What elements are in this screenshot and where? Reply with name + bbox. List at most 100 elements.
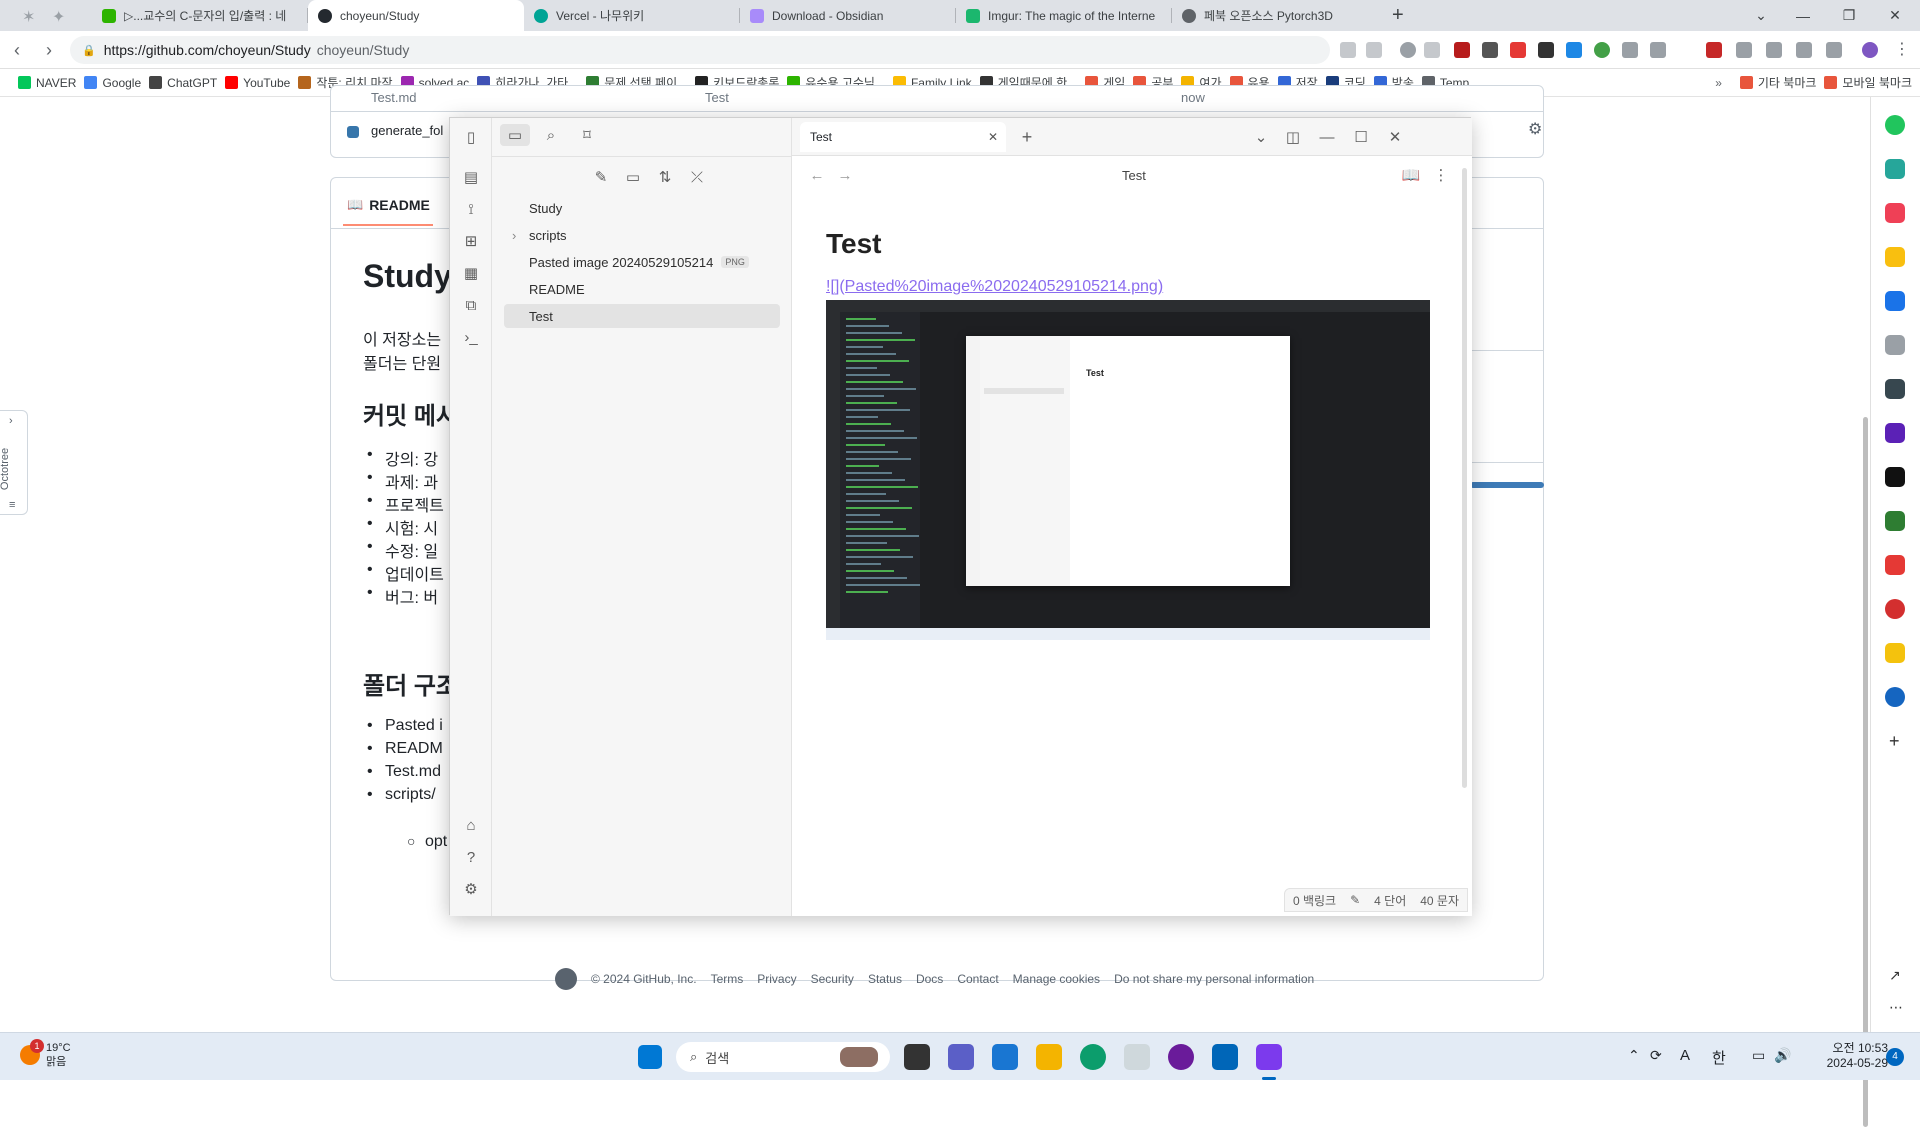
collapse-all-icon[interactable]: ⤫: [686, 166, 708, 188]
command-palette-icon[interactable]: ›_: [460, 326, 482, 348]
folder-scripts[interactable]: › scripts: [504, 223, 780, 247]
daily-note-icon[interactable]: ▦: [460, 262, 482, 284]
network-icon[interactable]: ▭: [1752, 1047, 1765, 1064]
obsidian-app-icon[interactable]: [1256, 1044, 1282, 1070]
ime-language[interactable]: 한: [1712, 1047, 1726, 1068]
extension-icon[interactable]: [1366, 42, 1382, 58]
footer-link[interactable]: Terms: [711, 972, 744, 986]
forward-button[interactable]: ›: [36, 37, 62, 63]
notepad-icon[interactable]: [1124, 1044, 1150, 1070]
new-tab-button[interactable]: +: [1392, 4, 1404, 27]
footer-link[interactable]: Privacy: [757, 972, 796, 986]
canvas-icon[interactable]: ⊞: [460, 230, 482, 252]
more-icon[interactable]: ⋯: [1889, 999, 1903, 1016]
pencil-icon[interactable]: ✎: [1350, 893, 1360, 907]
bookmarks-tab-icon[interactable]: ⌑: [576, 124, 598, 146]
nav-forward-icon[interactable]: →: [834, 164, 856, 186]
note-title[interactable]: Test: [826, 228, 882, 260]
menu-icon[interactable]: ⋮: [1894, 39, 1910, 59]
vscode-icon[interactable]: [1212, 1044, 1238, 1070]
side-panel-icon[interactable]: [1826, 42, 1842, 58]
side-app-icon[interactable]: [1885, 467, 1905, 487]
extension-icon[interactable]: [1594, 42, 1610, 58]
tab-search-icon[interactable]: ⌄: [1738, 0, 1784, 31]
extension-icon[interactable]: [1510, 42, 1526, 58]
vault-root[interactable]: Study: [504, 196, 780, 220]
new-tab-icon[interactable]: +: [1016, 126, 1038, 148]
restore-button[interactable]: ❐: [1826, 0, 1872, 31]
image-embed-link[interactable]: ![](Pasted%20image%2020240529105214.png): [826, 278, 1163, 296]
task-view-icon[interactable]: [904, 1044, 930, 1070]
side-app-icon[interactable]: [1885, 247, 1905, 267]
scrollbar[interactable]: [1863, 417, 1868, 1127]
side-app-icon[interactable]: [1885, 335, 1905, 355]
back-button[interactable]: ‹: [4, 37, 30, 63]
extension-icon[interactable]: [1400, 42, 1416, 58]
tab-3[interactable]: Download - Obsidian: [740, 0, 956, 31]
bookmark-item[interactable]: 모바일 북마크: [1824, 74, 1912, 91]
bookmark-item[interactable]: ChatGPT: [149, 76, 217, 90]
footer-link[interactable]: Docs: [916, 972, 943, 986]
file-name[interactable]: generate_fol: [371, 123, 443, 138]
extension-icon[interactable]: [1340, 42, 1356, 58]
bookmark-item[interactable]: 기타 북마크: [1739, 74, 1816, 91]
volume-icon[interactable]: 🔊: [1774, 1047, 1791, 1064]
files-tab-icon[interactable]: ▭: [500, 124, 530, 146]
extension-icon[interactable]: [1454, 42, 1470, 58]
footer-link[interactable]: Status: [868, 972, 902, 986]
sidebar-toggle-icon[interactable]: ▯: [460, 126, 482, 148]
commit-message[interactable]: Test: [705, 90, 729, 105]
clock[interactable]: 오전 10:53 2024-05-29: [1806, 1041, 1888, 1071]
side-app-icon[interactable]: [1885, 115, 1905, 135]
tab-5[interactable]: 페북 오픈소스 Pytorch3D: [1172, 0, 1388, 31]
ime-mode[interactable]: A: [1680, 1047, 1690, 1064]
minimize-button[interactable]: —: [1780, 0, 1826, 31]
address-bar[interactable]: 🔒 https://github.com/choyeun/Study choye…: [70, 36, 1330, 64]
profile-avatar[interactable]: [1862, 42, 1878, 58]
tab-0[interactable]: ▷...교수의 C-문자의 입/출력 : 네: [92, 0, 308, 31]
extension-icon[interactable]: [1706, 42, 1722, 58]
search-tab-icon[interactable]: ⌕: [540, 124, 562, 146]
side-app-icon[interactable]: [1885, 159, 1905, 179]
side-app-icon[interactable]: [1885, 379, 1905, 399]
extension-icon[interactable]: [1622, 42, 1638, 58]
tray-chevron-icon[interactable]: ⌃: [1628, 1047, 1640, 1064]
file-pasted-image[interactable]: Pasted image 20240529105214 PNG: [504, 250, 780, 274]
taskbar-search[interactable]: ⌕ 검색: [676, 1042, 890, 1072]
store-icon[interactable]: [992, 1044, 1018, 1070]
extension-icon[interactable]: [1538, 42, 1554, 58]
close-tab-icon[interactable]: ✕: [988, 130, 998, 144]
backlinks-count[interactable]: 0 백링크: [1293, 892, 1336, 909]
bookmark-item[interactable]: Google: [84, 76, 141, 90]
extensions-icon[interactable]: [1650, 42, 1666, 58]
templates-icon[interactable]: ⧉: [460, 294, 482, 316]
extension-icon[interactable]: [1796, 42, 1812, 58]
obs-app-icon[interactable]: [1168, 1044, 1194, 1070]
side-app-icon[interactable]: [1885, 291, 1905, 311]
open-quick-switcher-icon[interactable]: ▤: [460, 166, 482, 188]
footer-link[interactable]: Manage cookies: [1013, 972, 1100, 986]
extension-icon[interactable]: [1424, 42, 1440, 58]
download-icon[interactable]: [1736, 42, 1752, 58]
nav-back-icon[interactable]: ←: [806, 164, 828, 186]
tab-2[interactable]: Vercel - 나무위키: [524, 0, 740, 31]
side-app-icon[interactable]: [1885, 687, 1905, 707]
file-name[interactable]: Test.md: [371, 90, 417, 105]
weather-widget[interactable]: 1 19°C 맑음: [20, 1039, 71, 1069]
side-app-icon[interactable]: [1885, 643, 1905, 663]
reading-view-icon[interactable]: 📖: [1400, 164, 1422, 186]
view-header-title[interactable]: Test: [1122, 168, 1146, 183]
sort-icon[interactable]: ⇅: [654, 166, 676, 188]
close-button[interactable]: ✕: [1872, 0, 1918, 31]
split-view-icon[interactable]: ◫: [1282, 126, 1304, 148]
side-app-icon[interactable]: [1885, 423, 1905, 443]
edge-icon[interactable]: [1080, 1044, 1106, 1070]
new-folder-icon[interactable]: ▭: [622, 166, 644, 188]
footer-link[interactable]: Security: [811, 972, 854, 986]
help-icon[interactable]: ?: [460, 846, 482, 868]
maximize-icon[interactable]: ☐: [1350, 126, 1372, 148]
close-window-icon[interactable]: ✕: [1384, 126, 1406, 148]
side-app-icon[interactable]: [1885, 203, 1905, 223]
editor-tab[interactable]: Test ✕: [800, 122, 1006, 152]
tab-list-icon[interactable]: ⌄: [1250, 126, 1272, 148]
